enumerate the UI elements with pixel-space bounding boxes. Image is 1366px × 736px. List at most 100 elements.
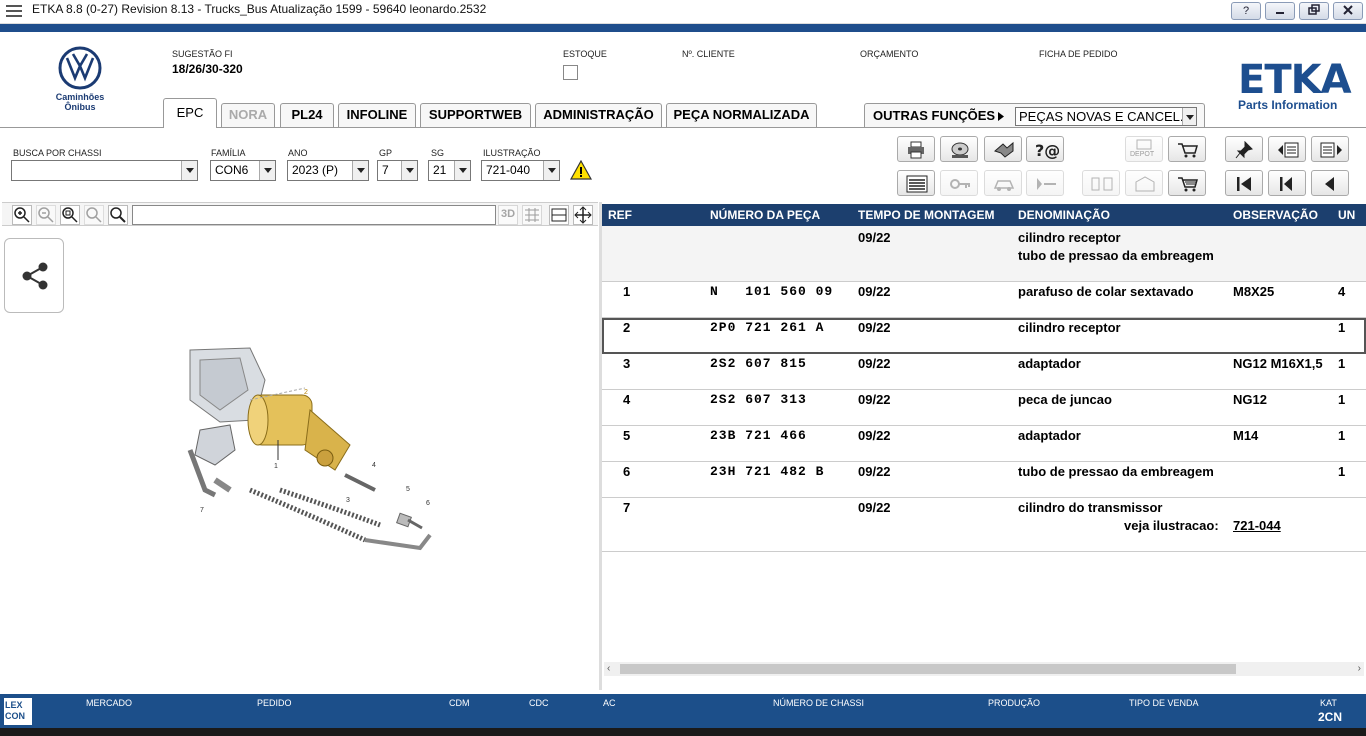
col-tempo[interactable]: TEMPO DE MONTAGEM	[858, 208, 994, 222]
next-page-button[interactable]	[1311, 136, 1349, 162]
ilustracao-dropdown[interactable]: 721-040	[481, 160, 560, 181]
vw-logo-icon	[58, 46, 102, 90]
tab-infoline[interactable]: INFOLINE	[338, 103, 416, 127]
kat-label: KAT	[1320, 698, 1337, 708]
scrollbar-thumb[interactable]	[620, 664, 1236, 674]
col-numero[interactable]: NÚMERO DA PEÇA	[710, 208, 820, 222]
prev-button[interactable]	[1268, 170, 1306, 196]
col-un[interactable]: UN	[1338, 208, 1355, 222]
col-denominacao[interactable]: DENOMINAÇÃO	[1018, 208, 1110, 222]
dealer-button[interactable]	[1125, 170, 1163, 196]
parts-button[interactable]	[984, 136, 1022, 162]
share-button[interactable]	[4, 238, 64, 313]
chevron-down-icon[interactable]	[454, 161, 470, 180]
table-row-group[interactable]: 09/22 cilindro receptor tubo de pressao …	[602, 226, 1366, 282]
depot-button[interactable]: DEPOT	[1125, 136, 1163, 162]
callout-7[interactable]: 7	[200, 507, 204, 514]
split-button[interactable]	[549, 205, 569, 225]
zoom-fit-icon	[62, 207, 78, 223]
search-button[interactable]	[108, 205, 128, 225]
back-button[interactable]	[1311, 170, 1349, 196]
cart-button[interactable]	[1168, 170, 1206, 196]
table-row[interactable]: 3 2S2 607 815 09/22 adaptador NG12 M16X1…	[602, 354, 1366, 390]
tab-peca-normalizada[interactable]: PEÇA NORMALIZADA	[666, 103, 817, 127]
chevron-down-icon[interactable]	[259, 161, 275, 180]
close-button[interactable]	[1333, 2, 1363, 20]
key-button[interactable]	[940, 170, 978, 196]
transfer-button[interactable]	[1082, 170, 1120, 196]
3d-button[interactable]: 3D	[498, 205, 518, 225]
tab-epc[interactable]: EPC	[163, 98, 217, 128]
vehicle-button[interactable]	[984, 170, 1022, 196]
group-tempo: 09/22	[858, 230, 891, 245]
chassi-label: BUSCA POR CHASSI	[13, 148, 102, 158]
help-email-button[interactable]: ?@	[1026, 136, 1064, 162]
minimize-button[interactable]	[1265, 2, 1295, 20]
restore-button[interactable]	[1299, 2, 1329, 20]
system-menu-icon[interactable]	[6, 5, 22, 17]
estoque-checkbox[interactable]	[563, 65, 578, 80]
see-illustration-link[interactable]: 721-044	[1233, 518, 1281, 533]
prev-page-button[interactable]	[1268, 136, 1306, 162]
chassi-dropdown[interactable]	[11, 160, 198, 181]
tab-supportweb[interactable]: SUPPORTWEB	[420, 103, 531, 127]
callout-3[interactable]: 3	[346, 497, 350, 504]
minus-icon	[1037, 178, 1056, 190]
table-row-selected[interactable]: 2 2P0 721 261 A 09/22 cilindro receptor …	[602, 318, 1366, 354]
callout-2[interactable]: 2	[304, 389, 308, 396]
callout-6[interactable]: 6	[426, 500, 430, 507]
table-row[interactable]: 7 09/22 cilindro do transmissor veja ilu…	[602, 498, 1366, 552]
chevron-down-icon[interactable]	[401, 161, 417, 180]
outras-funcoes-select[interactable]: PEÇAS NOVAS E CANCEL.	[1015, 107, 1197, 126]
zoom-area-button[interactable]	[84, 205, 104, 225]
dealer-icon	[1135, 176, 1155, 192]
gp-dropdown[interactable]: 7	[377, 160, 418, 181]
callout-5[interactable]: 5	[406, 486, 410, 493]
chevron-down-icon[interactable]	[181, 161, 197, 180]
chevron-down-icon[interactable]	[1182, 108, 1196, 125]
cliente-label: Nº. CLIENTE	[682, 49, 735, 59]
chevron-down-icon[interactable]	[543, 161, 559, 180]
col-ref[interactable]: REF	[608, 208, 632, 222]
col-observacao[interactable]: OBSERVAÇÃO	[1233, 208, 1318, 222]
pin-button[interactable]	[1225, 136, 1263, 162]
scroll-right-icon[interactable]: ›	[1358, 663, 1361, 674]
list-button[interactable]	[897, 170, 935, 196]
sugestao-label: SUGESTÃO FI	[172, 49, 233, 59]
outras-funcoes-label[interactable]: OUTRAS FUNÇÕES	[873, 108, 995, 123]
table-horizontal-scrollbar[interactable]: ‹ ›	[604, 662, 1364, 676]
minus-button[interactable]	[1026, 170, 1064, 196]
row-denominacao: adaptador	[1018, 428, 1081, 443]
print-button[interactable]	[897, 136, 935, 162]
minimize-icon	[1276, 12, 1284, 14]
row-observacao: NG12 M16X1,5	[1233, 356, 1323, 371]
tab-pl24[interactable]: PL24	[280, 103, 334, 127]
row-un: 1	[1338, 428, 1346, 443]
table-row[interactable]: 4 2S2 607 313 09/22 peca de juncao NG12 …	[602, 390, 1366, 426]
scroll-left-icon[interactable]: ‹	[607, 663, 610, 674]
move-button[interactable]	[573, 205, 593, 225]
sg-dropdown[interactable]: 21	[428, 160, 471, 181]
cd-button[interactable]	[940, 136, 978, 162]
cart-transfer-button[interactable]	[1168, 136, 1206, 162]
warning-icon[interactable]	[570, 160, 592, 180]
illustration-search-input[interactable]	[132, 205, 496, 225]
tab-nora[interactable]: NORA	[221, 103, 275, 127]
first-button[interactable]	[1225, 170, 1263, 196]
table-row[interactable]: 6 23H 721 482 B 09/22 tubo de pressao da…	[602, 462, 1366, 498]
familia-dropdown[interactable]: CON6	[210, 160, 276, 181]
help-button[interactable]: ?	[1231, 2, 1261, 20]
callout-4[interactable]: 4	[372, 462, 376, 469]
estoque-label: ESTOQUE	[563, 49, 607, 59]
callout-1[interactable]: 1	[274, 463, 278, 470]
tab-administracao[interactable]: ADMINISTRAÇÃO	[535, 103, 662, 127]
ano-dropdown[interactable]: 2023 (P)	[287, 160, 369, 181]
table-row[interactable]: 5 23B 721 466 09/22 adaptador M14 1	[602, 426, 1366, 462]
zoom-in-button[interactable]	[12, 205, 32, 225]
zoom-out-button[interactable]	[36, 205, 56, 225]
gp-value: 7	[382, 163, 389, 177]
grid-button[interactable]	[522, 205, 542, 225]
zoom-fit-button[interactable]	[60, 205, 80, 225]
table-row[interactable]: 1 N 101 560 09 09/22 parafuso de colar s…	[602, 282, 1366, 318]
chevron-down-icon[interactable]	[352, 161, 368, 180]
